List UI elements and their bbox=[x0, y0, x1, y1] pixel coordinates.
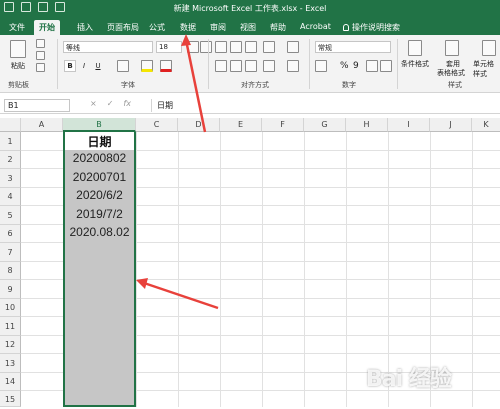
arrow-to-data-tab bbox=[184, 39, 207, 133]
watermark: Bai 经验 bbox=[366, 367, 452, 392]
arrow-to-column-b bbox=[143, 281, 219, 310]
annotation-arrows bbox=[136, 34, 219, 310]
arrow-head-icon bbox=[181, 34, 191, 46]
arrow-head-icon bbox=[136, 278, 148, 289]
